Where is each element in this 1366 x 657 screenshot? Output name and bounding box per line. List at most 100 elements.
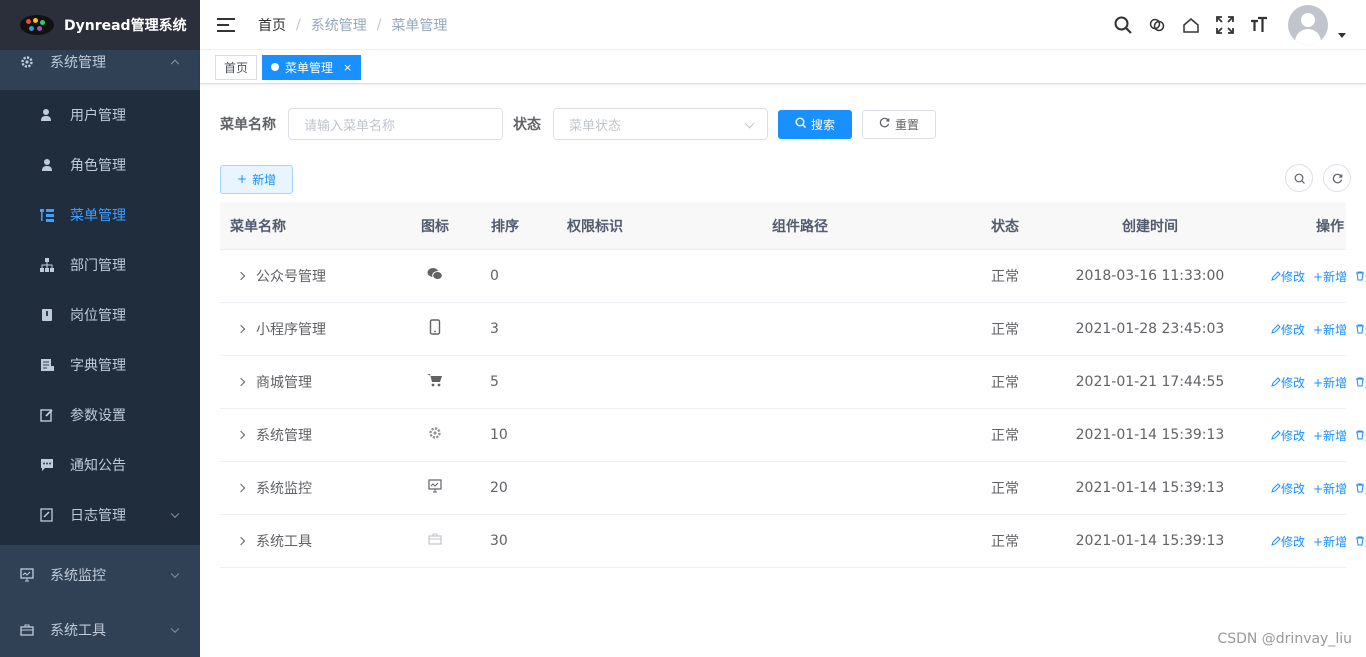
sidebar-root-monitor[interactable]: 系统监控	[0, 555, 200, 595]
edit-icon	[1271, 535, 1281, 546]
th-ops: 操作	[1316, 218, 1344, 235]
cell-ops: 修改 +新增删除	[1240, 321, 1366, 338]
fullscreen-icon[interactable]	[1208, 16, 1242, 34]
edit-button[interactable]: 修改	[1271, 480, 1305, 497]
gear-icon	[400, 426, 470, 444]
row-add-button[interactable]: +新增	[1313, 374, 1347, 391]
table-row[interactable]: 系统监控 20 正常 2021-01-14 15:39:13 修改 +新增删除	[220, 462, 1366, 515]
hamburger-icon[interactable]	[217, 17, 235, 32]
tag-label: 菜单管理	[285, 60, 334, 75]
sidebar-item-dict[interactable]: 字典管理	[0, 340, 200, 390]
edit-button[interactable]: 修改	[1271, 533, 1305, 550]
edit-label: 修改	[1280, 269, 1305, 284]
sidebar-item-dept[interactable]: 部门管理	[0, 240, 200, 290]
reset-button[interactable]: 重置	[862, 109, 937, 139]
row-add-button[interactable]: +新增	[1313, 427, 1347, 444]
close-icon[interactable]: ×	[343, 61, 352, 74]
link-icon[interactable]	[1140, 16, 1174, 34]
expand-icon[interactable]	[236, 377, 246, 387]
sidebar-root-label: 系统工具	[50, 623, 106, 639]
sidebar-item-role[interactable]: 角色管理	[0, 140, 200, 190]
sidebar-item-label: 角色管理	[70, 158, 126, 174]
avatar[interactable]	[1288, 5, 1328, 45]
table-row[interactable]: 小程序管理 3 正常 2021-01-28 23:45:03 修改 +新增删除	[220, 303, 1366, 356]
sidebar-root-tool[interactable]: 系统工具	[0, 610, 200, 650]
edit-icon	[1271, 429, 1281, 440]
cell-status: 正常	[991, 534, 1019, 550]
row-add-button[interactable]: +新增	[1313, 480, 1347, 497]
home-icon[interactable]	[1174, 16, 1208, 34]
gear-icon	[20, 55, 34, 69]
phone-icon	[400, 319, 470, 339]
sidebar-item-user[interactable]: 用户管理	[0, 90, 200, 140]
th-name: 菜单名称	[230, 218, 286, 235]
row-add-button[interactable]: +新增	[1313, 268, 1347, 285]
peoples-icon	[40, 158, 54, 172]
sidebar-item-label: 通知公告	[70, 458, 126, 474]
edit-button[interactable]: 修改	[1271, 321, 1305, 338]
table-row[interactable]: 商城管理 5 正常 2021-01-21 17:44:55 修改 +新增删除	[220, 356, 1366, 409]
sidebar-item-label: 菜单管理	[70, 208, 126, 224]
tags-view: 首页 菜单管理 ×	[200, 51, 1366, 84]
search-button[interactable]: 搜索	[778, 109, 853, 139]
delete-button[interactable]: 删除	[1355, 427, 1366, 444]
cell-name: 系统工具	[220, 531, 400, 551]
caret-down-icon[interactable]	[1338, 32, 1346, 38]
toggle-search-button[interactable]	[1285, 164, 1313, 192]
expand-icon[interactable]	[236, 324, 246, 334]
table-row[interactable]: 公众号管理 0 正常 2018-03-16 11:33:00 修改 +新增删除	[220, 250, 1366, 303]
expand-icon[interactable]	[236, 536, 246, 546]
sidebar-item-config[interactable]: 参数设置	[0, 390, 200, 440]
breadcrumb-home[interactable]: 首页	[258, 15, 286, 35]
status-select[interactable]: 菜单状态	[553, 108, 768, 140]
delete-button[interactable]: 删除	[1355, 374, 1366, 391]
log-icon	[40, 508, 54, 522]
table-header: 菜单名称 图标 排序 权限标识 组件路径 状态 创建时间 操作	[220, 202, 1346, 250]
tool-icon	[400, 532, 470, 550]
navbar-tools	[1106, 0, 1346, 50]
refresh-icon	[879, 117, 890, 131]
delete-button[interactable]: 删除	[1355, 321, 1366, 338]
plus-icon: +	[1312, 534, 1324, 549]
delete-button[interactable]: 删除	[1355, 480, 1366, 497]
plus-icon: +	[1312, 481, 1324, 496]
row-add-button[interactable]: +新增	[1313, 533, 1347, 550]
delete-button[interactable]: 删除	[1355, 533, 1366, 550]
sidebar-item-menu[interactable]: 菜单管理	[0, 190, 200, 240]
sidebar-item-log[interactable]: 日志管理	[0, 490, 200, 540]
menu-name-input[interactable]: 请输入菜单名称	[288, 108, 503, 140]
table-row[interactable]: 系统管理 10 正常 2021-01-14 15:39:13 修改 +新增删除	[220, 409, 1366, 462]
edit-icon	[1271, 323, 1281, 334]
font-size-icon[interactable]	[1242, 16, 1276, 34]
edit-label: 修改	[1280, 375, 1305, 390]
user-icon	[40, 108, 54, 122]
row-add-button[interactable]: +新增	[1313, 321, 1347, 338]
chevron-down-icon	[744, 118, 755, 129]
delete-icon	[1356, 377, 1365, 386]
expand-icon[interactable]	[236, 483, 246, 493]
chevron-down-icon	[170, 569, 180, 579]
tag-menu[interactable]: 菜单管理 ×	[262, 54, 362, 80]
refresh-button[interactable]	[1323, 164, 1351, 192]
tool-icon	[20, 623, 34, 637]
table-row[interactable]: 系统工具 30 正常 2021-01-14 15:39:13 修改 +新增删除	[220, 515, 1366, 568]
expand-icon[interactable]	[236, 430, 246, 440]
sidebar-item-notice[interactable]: 通知公告	[0, 440, 200, 490]
sidebar-item-post[interactable]: 岗位管理	[0, 290, 200, 340]
th-component: 组件路径	[772, 218, 828, 235]
add-label: 新增	[1323, 534, 1348, 549]
expand-icon[interactable]	[236, 271, 246, 281]
edit-icon	[1271, 270, 1281, 281]
delete-button[interactable]: 删除	[1355, 268, 1366, 285]
refresh-icon	[1332, 173, 1342, 183]
sidebar-root-system[interactable]: 系统管理	[0, 42, 200, 82]
search-icon[interactable]	[1106, 16, 1140, 34]
delete-icon	[1356, 536, 1365, 545]
edit-button[interactable]: 修改	[1271, 268, 1305, 285]
breadcrumb-system[interactable]: 系统管理	[311, 15, 367, 35]
add-button[interactable]: + 新增	[220, 164, 294, 194]
tag-home[interactable]: 首页	[215, 54, 258, 80]
cell-sort: 5	[490, 374, 499, 390]
edit-button[interactable]: 修改	[1271, 374, 1305, 391]
edit-button[interactable]: 修改	[1271, 427, 1305, 444]
